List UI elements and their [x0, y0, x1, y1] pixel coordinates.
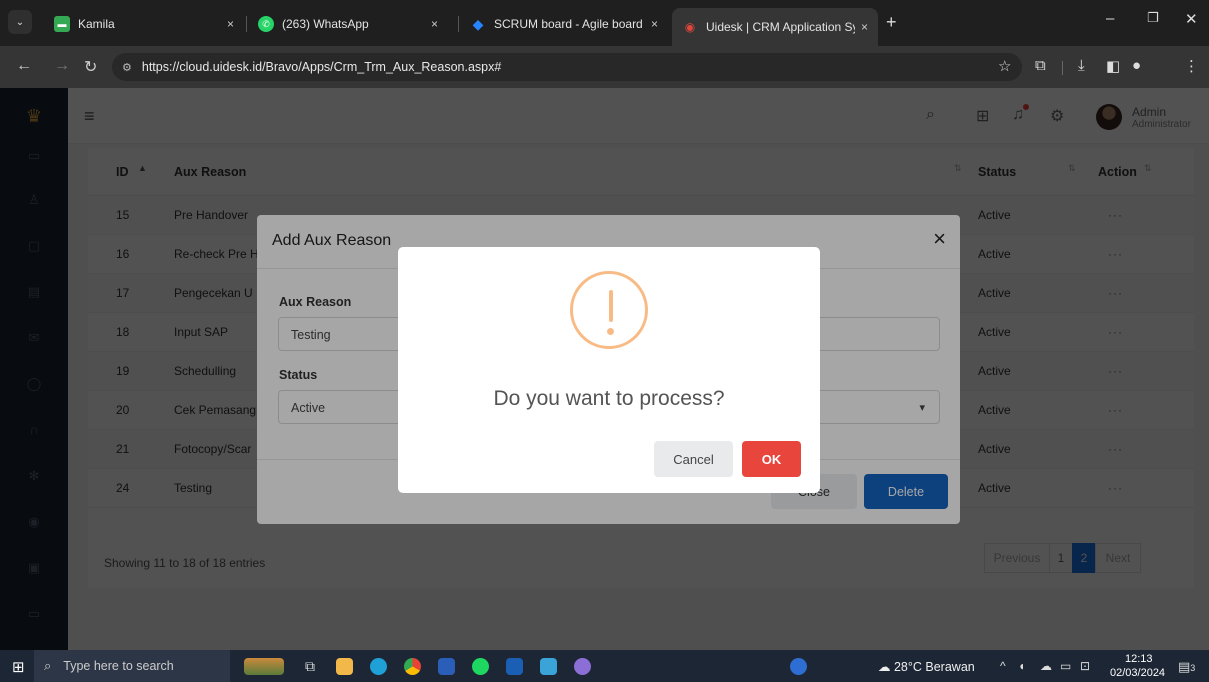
extensions-icon[interactable]: ⧉ [1035, 57, 1046, 74]
clock-date[interactable]: 02/03/2024 [1110, 667, 1165, 679]
tab-close-icon[interactable]: × [227, 17, 234, 31]
tab-close-icon[interactable]: × [861, 20, 868, 34]
url-text: https://cloud.uidesk.id/Bravo/Apps/Crm_T… [141, 60, 502, 74]
paint-icon[interactable] [574, 658, 591, 675]
kamila-favicon-icon: ▬ [54, 16, 70, 32]
profile-icon[interactable]: ● [1132, 57, 1141, 74]
reload-icon[interactable]: ↻ [84, 57, 97, 77]
clock-time[interactable]: 12:13 [1125, 653, 1153, 665]
chrome-icon[interactable] [404, 658, 421, 675]
input-method-icon[interactable]: ⊡ [1080, 659, 1090, 673]
tab-close-icon[interactable]: × [431, 17, 438, 31]
forward-icon[interactable]: → [54, 57, 70, 75]
tab-scrum-board[interactable]: ◆ SCRUM board - Agile board - J × [460, 9, 668, 39]
tab-title: Uidesk | CRM Application Syste [706, 20, 855, 34]
taskbar-search[interactable]: ⌕ Type here to search [34, 650, 230, 682]
tab-whatsapp[interactable]: ✆ (263) WhatsApp × [248, 9, 448, 39]
tab-title: (263) WhatsApp [282, 17, 369, 31]
confirm-title: Do you want to process? [493, 387, 725, 410]
back-icon[interactable]: ← [16, 57, 32, 75]
bookmark-star-icon[interactable]: ☆ [998, 57, 1011, 75]
cancel-button[interactable]: Cancel [654, 441, 733, 477]
tab-title: SCRUM board - Agile board - J [494, 17, 645, 31]
minimize-icon[interactable]: – [1106, 10, 1114, 27]
app-icon[interactable] [540, 658, 557, 675]
side-panel-icon[interactable]: ◧ [1106, 57, 1120, 75]
windows-start-icon[interactable]: ⊞ [12, 658, 25, 676]
tab-close-icon[interactable]: × [651, 17, 658, 31]
warning-icon-dot [607, 328, 614, 335]
spotify-icon[interactable] [472, 658, 489, 675]
tab-title: Kamila [78, 17, 115, 31]
whatsapp-favicon-icon: ✆ [258, 16, 274, 32]
edge-icon[interactable] [370, 658, 387, 675]
window-close-icon[interactable]: ✕ [1185, 10, 1198, 28]
ok-button[interactable]: OK [742, 441, 801, 477]
steam-icon[interactable] [506, 658, 523, 675]
browser-tabstrip: ⌄ ▬ Kamila × ✆ (263) WhatsApp × ◆ SCRUM … [0, 0, 1209, 46]
tray-chevron-icon[interactable]: ^ [1000, 659, 1006, 673]
tab-separator [246, 16, 247, 32]
restore-icon[interactable]: ❐ [1147, 10, 1159, 26]
downloads-icon[interactable]: ⤓ [1078, 57, 1085, 74]
screen: ⌄ ▬ Kamila × ✆ (263) WhatsApp × ◆ SCRUM … [0, 0, 1209, 682]
confirm-dialog: Do you want to process? Cancel OK [398, 247, 820, 493]
weather-text: 28°C Berawan [893, 660, 975, 674]
task-view-icon[interactable]: ⧉ [305, 658, 322, 675]
news-widget-icon[interactable] [244, 658, 284, 675]
tab-search-button[interactable]: ⌄ [8, 10, 32, 34]
tab-separator [458, 16, 459, 32]
jira-favicon-icon: ◆ [472, 15, 484, 32]
file-explorer-icon[interactable] [336, 658, 353, 675]
new-tab-icon[interactable]: + [886, 12, 897, 33]
browser-toolbar: ← → ↻ ⚙ https://cloud.uidesk.id/Bravo/Ap… [0, 46, 1209, 88]
warning-icon [570, 271, 648, 349]
browser-menu-icon[interactable]: ⋮ [1184, 57, 1199, 75]
site-info-icon[interactable]: ⚙ [122, 61, 132, 74]
tab-uidesk[interactable]: ◉ Uidesk | CRM Application Syste × [672, 8, 878, 46]
weather-widget[interactable]: ☁ 28°C Berawan [878, 659, 975, 674]
notification-center-icon[interactable]: ▤3 [1178, 659, 1195, 675]
uidesk-favicon-icon: ◉ [684, 20, 696, 34]
battery-icon[interactable]: ▭ [1060, 659, 1071, 673]
windows-taskbar: ⊞ ⌕ Type here to search ⧉ ☁ 28°C Berawan… [0, 650, 1209, 682]
network-icon[interactable]: ☁ [1040, 659, 1052, 673]
word-icon[interactable] [438, 658, 455, 675]
search-icon: ⌕ [44, 658, 52, 673]
taskbar-search-placeholder: Type here to search [63, 659, 174, 673]
notification-count: 3 [1190, 663, 1196, 673]
tab-kamila[interactable]: ▬ Kamila × [44, 9, 244, 39]
toolbar-separator [1062, 61, 1063, 75]
speech-bubble-icon: ▤ [1178, 659, 1191, 674]
address-bar[interactable]: ⚙ https://cloud.uidesk.id/Bravo/Apps/Crm… [112, 53, 1022, 81]
volume-icon[interactable]: ◖ [1018, 659, 1025, 673]
cloud-icon: ☁ [878, 660, 891, 674]
help-icon[interactable] [790, 658, 807, 675]
warning-icon-bar [609, 290, 613, 322]
